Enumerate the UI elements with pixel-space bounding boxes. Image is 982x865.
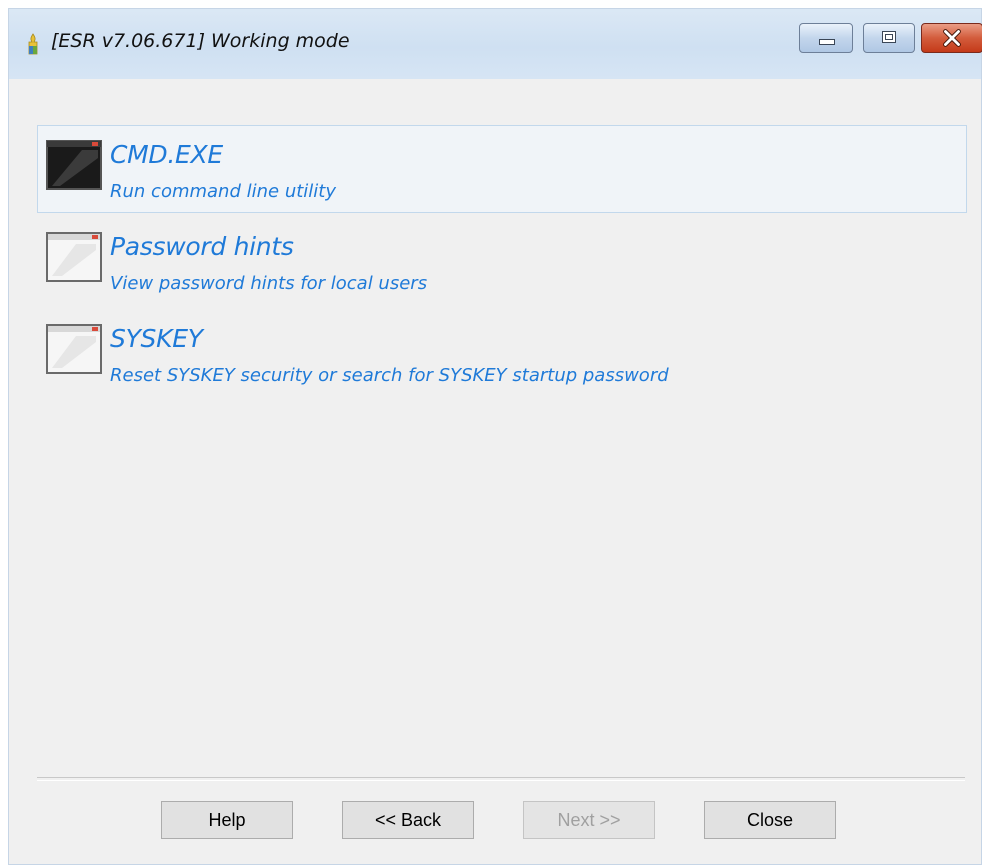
close-button[interactable]: Close [704,801,836,839]
close-icon [943,29,961,47]
next-button[interactable]: Next >> [523,801,655,839]
app-window: [ESR v7.06.671] Working mode CMD.EXE Run… [8,8,982,865]
window-title: [ESR v7.06.671] Working mode [51,30,350,52]
menu-item-password-hints[interactable]: Password hints View password hints for l… [37,217,967,305]
menu-item-cmd-exe[interactable]: CMD.EXE Run command line utility [37,125,967,213]
window-icon [46,232,102,282]
maximize-button[interactable] [863,23,915,53]
minimize-icon [819,39,835,45]
menu-item-syskey[interactable]: SYSKEY Reset SYSKEY security or search f… [37,309,967,397]
menu-item-title: SYSKEY [110,324,203,353]
window-icon [46,324,102,374]
close-window-button[interactable] [921,23,982,53]
app-icon [28,33,38,55]
cmd-console-icon [46,140,102,190]
menu-item-description: View password hints for local users [110,273,428,294]
title-bar[interactable]: [ESR v7.06.671] Working mode [9,9,982,79]
menu-item-title: Password hints [110,232,294,261]
menu-item-description: Run command line utility [110,181,336,202]
back-button[interactable]: << Back [342,801,474,839]
help-button[interactable]: Help [161,801,293,839]
menu-item-description: Reset SYSKEY security or search for SYSK… [110,365,669,386]
menu-item-title: CMD.EXE [110,140,223,169]
maximize-icon [882,31,896,43]
minimize-button[interactable] [799,23,853,53]
footer-separator [37,777,965,781]
